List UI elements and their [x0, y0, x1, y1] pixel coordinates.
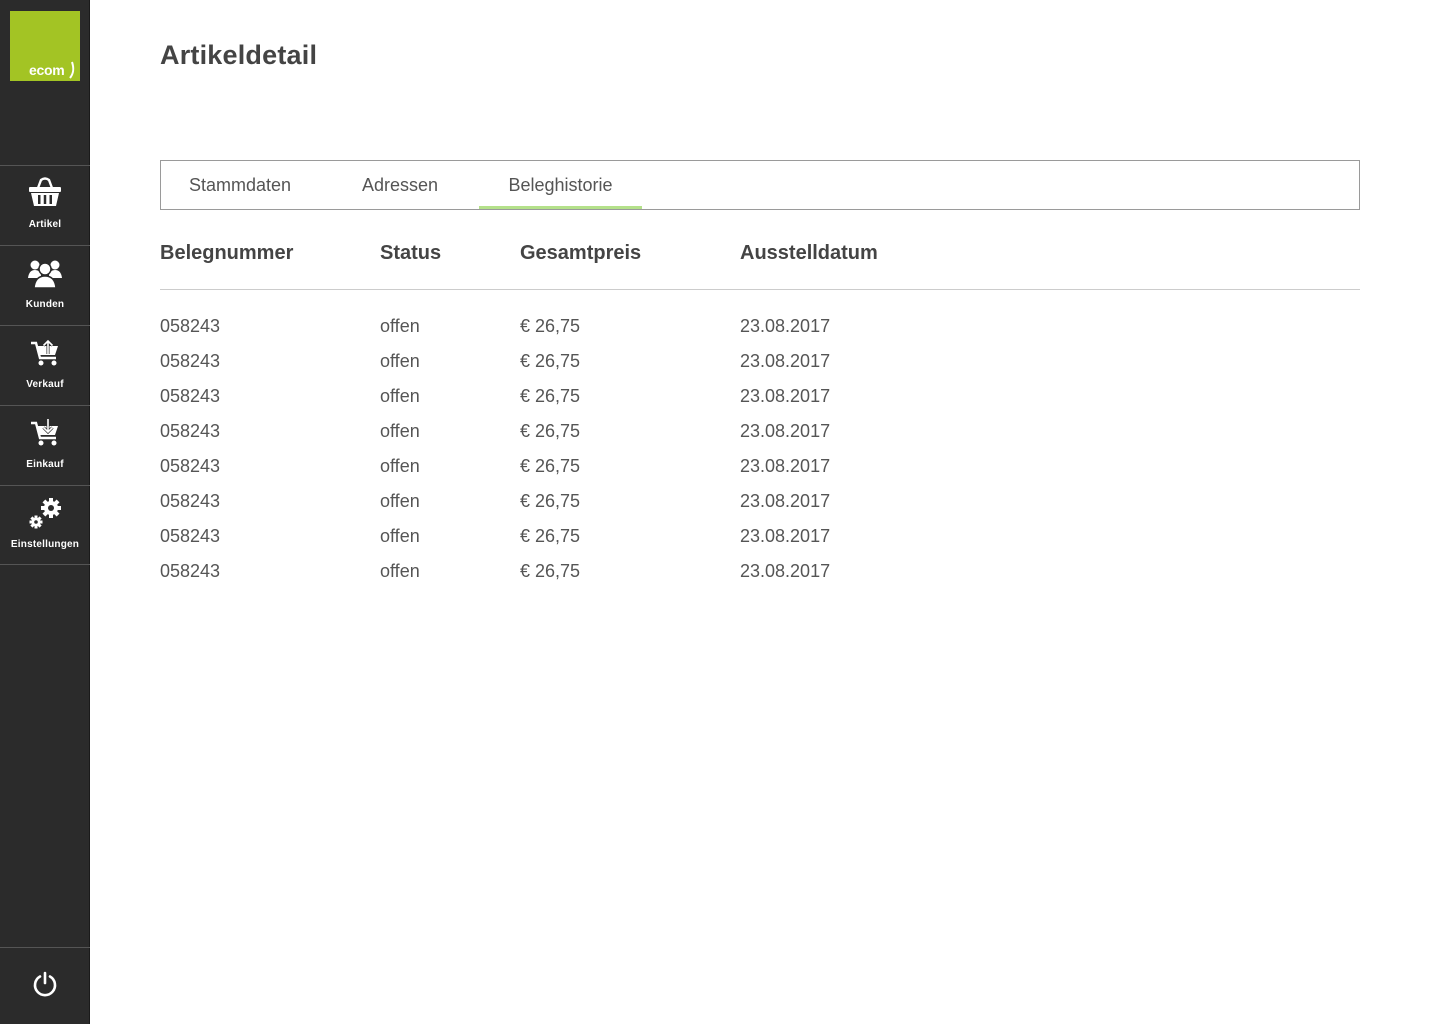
- column-header-belegnummer[interactable]: Belegnummer: [160, 242, 293, 265]
- table-row[interactable]: 058243 offen € 26,75 23.08.2017: [160, 384, 1360, 419]
- sidebar-item-einkauf[interactable]: Einkauf: [0, 405, 90, 485]
- table-row[interactable]: 058243 offen € 26,75 23.08.2017: [160, 559, 1360, 594]
- cart-download-icon: [0, 416, 90, 450]
- users-icon: [0, 256, 90, 290]
- tab-adressen[interactable]: Adressen: [339, 161, 461, 209]
- table-header: Belegnummer Status Gesamtpreis Ausstelld…: [160, 240, 1360, 290]
- cell-ausstelldatum: 23.08.2017: [740, 456, 831, 476]
- column-header-status[interactable]: Status: [380, 242, 441, 265]
- cell-ausstelldatum: 23.08.2017: [740, 316, 831, 336]
- cell-gesamtpreis: € 26,75: [520, 561, 581, 581]
- ecom-logo[interactable]: ecom: [10, 11, 80, 81]
- sidebar-item-label: Einstellungen: [10, 539, 80, 550]
- sidebar-item-einstellungen[interactable]: Einstellungen: [0, 485, 90, 565]
- column-header-gesamtpreis[interactable]: Gesamtpreis: [520, 242, 641, 265]
- cell-gesamtpreis: € 26,75: [520, 456, 581, 476]
- cell-belegnummer: 058243: [160, 351, 221, 371]
- cell-gesamtpreis: € 26,75: [520, 421, 581, 441]
- logo-text: ecom: [29, 62, 65, 78]
- power-button[interactable]: [0, 947, 90, 1024]
- cell-status: offen: [380, 316, 420, 336]
- tab-stammdaten[interactable]: Stammdaten: [161, 161, 319, 209]
- sidebar-item-label: Artikel: [28, 219, 62, 230]
- tab-label: Adressen: [361, 175, 439, 195]
- cell-belegnummer: 058243: [160, 386, 221, 406]
- cell-ausstelldatum: 23.08.2017: [740, 351, 831, 371]
- cell-status: offen: [380, 561, 420, 581]
- table-row[interactable]: 058243 offen € 26,75 23.08.2017: [160, 454, 1360, 489]
- cell-status: offen: [380, 351, 420, 371]
- cell-status: offen: [380, 421, 420, 441]
- gears-icon: [0, 496, 90, 530]
- tab-bar: Stammdaten Adressen Beleghistorie: [160, 160, 1360, 210]
- cell-ausstelldatum: 23.08.2017: [740, 421, 831, 441]
- sidebar-nav: Artikel Kunden Verkauf Einkauf Einstellu…: [0, 165, 90, 565]
- cell-status: offen: [380, 386, 420, 406]
- sidebar-item-label: Kunden: [25, 299, 65, 310]
- cart-upload-icon: [0, 336, 90, 370]
- cell-status: offen: [380, 526, 420, 546]
- table-row[interactable]: 058243 offen € 26,75 23.08.2017: [160, 419, 1360, 454]
- sidebar-item-artikel[interactable]: Artikel: [0, 165, 90, 245]
- cell-gesamtpreis: € 26,75: [520, 491, 581, 511]
- sidebar-item-label: Einkauf: [26, 459, 64, 470]
- cell-belegnummer: 058243: [160, 456, 221, 476]
- cell-belegnummer: 058243: [160, 421, 221, 441]
- table-row[interactable]: 058243 offen € 26,75 23.08.2017: [160, 314, 1360, 349]
- cell-ausstelldatum: 23.08.2017: [740, 491, 831, 511]
- cell-belegnummer: 058243: [160, 316, 221, 336]
- cell-belegnummer: 058243: [160, 491, 221, 511]
- tab-beleghistorie[interactable]: Beleghistorie: [479, 161, 642, 209]
- sidebar-item-kunden[interactable]: Kunden: [0, 245, 90, 325]
- cell-gesamtpreis: € 26,75: [520, 316, 581, 336]
- sidebar-item-label: Verkauf: [26, 379, 64, 390]
- basket-icon: [0, 176, 90, 210]
- tab-label: Stammdaten: [188, 175, 292, 195]
- table-row[interactable]: 058243 offen € 26,75 23.08.2017: [160, 489, 1360, 524]
- cell-gesamtpreis: € 26,75: [520, 351, 581, 371]
- sidebar: ecom Artikel Kunden Verkauf Einkauf Eins…: [0, 0, 90, 1024]
- cell-ausstelldatum: 23.08.2017: [740, 386, 831, 406]
- power-icon: [32, 971, 58, 1002]
- sidebar-item-verkauf[interactable]: Verkauf: [0, 325, 90, 405]
- cell-gesamtpreis: € 26,75: [520, 386, 581, 406]
- column-header-ausstelldatum[interactable]: Ausstelldatum: [740, 242, 878, 265]
- cell-status: offen: [380, 491, 420, 511]
- cell-ausstelldatum: 23.08.2017: [740, 561, 831, 581]
- cell-gesamtpreis: € 26,75: [520, 526, 581, 546]
- cell-belegnummer: 058243: [160, 561, 221, 581]
- table-row[interactable]: 058243 offen € 26,75 23.08.2017: [160, 349, 1360, 384]
- table-row[interactable]: 058243 offen € 26,75 23.08.2017: [160, 524, 1360, 559]
- cell-status: offen: [380, 456, 420, 476]
- cell-belegnummer: 058243: [160, 526, 221, 546]
- page-title: Artikeldetail: [160, 40, 318, 70]
- table-body: 058243 offen € 26,75 23.08.2017 058243 o…: [160, 314, 1360, 594]
- cell-ausstelldatum: 23.08.2017: [740, 526, 831, 546]
- tab-label: Beleghistorie: [508, 175, 613, 195]
